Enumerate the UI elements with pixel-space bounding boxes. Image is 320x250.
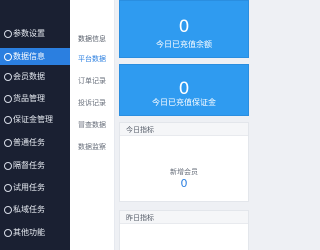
sidebar-item-label: 货品管理: [13, 93, 45, 103]
sidebar-item-label: 其他功能: [13, 227, 45, 237]
panel-header: 昨日指标: [120, 211, 248, 224]
today-panel: 今日指标 新增会员 0: [119, 122, 249, 202]
private-icon: [4, 205, 12, 214]
panel-header: 今日指标: [120, 123, 248, 136]
other-icon: [4, 228, 12, 237]
subnav-item-check-data[interactable]: 冒查数据: [78, 121, 106, 130]
sidebar-item-label: 普通任务: [13, 137, 45, 147]
panel-title: 今日指标: [126, 126, 154, 134]
sidebar-item-other[interactable]: 其他功能: [0, 224, 70, 241]
sidebar-item-label: 保证金管理: [13, 114, 53, 124]
sidebar-item-label: 试用任务: [13, 182, 45, 192]
subnav: 数据信息 平台数据 订单记录 投诉记录 冒查数据 数据监察: [70, 0, 115, 250]
sidebar-item-goods[interactable]: 货品管理: [0, 90, 70, 107]
stat-label: 今日已充值余额: [156, 40, 212, 49]
subnav-item-complaint-records[interactable]: 投诉记录: [78, 99, 106, 108]
goods-icon: [4, 94, 12, 103]
subnav-item-platform-data[interactable]: 平台数据: [78, 55, 106, 64]
stat-card-balance: 0 今日已充值余额: [119, 0, 249, 58]
member-icon: [4, 72, 12, 81]
sidebar: 参数设置 数据信息 会员数据 货品管理 保证金管理 普通任务 隔督任务 试用任务…: [0, 0, 70, 250]
sidebar-item-label: 隔督任务: [13, 160, 45, 170]
task-icon: [4, 138, 12, 147]
data-icon: [4, 52, 12, 61]
sidebar-item-label: 数据信息: [13, 51, 45, 61]
sidebar-item-normal-task[interactable]: 普通任务: [0, 134, 70, 151]
yesterday-panel: 昨日指标: [119, 210, 249, 250]
stat-label: 今日已充值保证金: [152, 98, 216, 107]
sidebar-item-member-data[interactable]: 会员数据: [0, 68, 70, 85]
sidebar-item-trial-task[interactable]: 试用任务: [0, 179, 70, 196]
sidebar-item-deposit[interactable]: 保证金管理: [0, 111, 70, 128]
sidebar-item-private-task[interactable]: 私域任务: [0, 201, 70, 218]
sidebar-item-label: 参数设置: [13, 28, 45, 38]
metric-label: 新增会员: [170, 168, 198, 176]
deposit-icon: [4, 115, 12, 124]
subnav-item-order-records[interactable]: 订单记录: [78, 77, 106, 86]
stat-card-deposit: 0 今日已充值保证金: [119, 64, 249, 116]
metric-value: 0: [180, 177, 188, 190]
sidebar-item-settings[interactable]: 参数设置: [0, 25, 70, 42]
stat-value: 0: [178, 79, 190, 99]
sidebar-item-label: 私域任务: [13, 204, 45, 214]
trial-icon: [4, 183, 12, 192]
stat-value: 0: [178, 17, 190, 37]
sidebar-item-supervise-task[interactable]: 隔督任务: [0, 157, 70, 174]
settings-icon: [4, 29, 12, 38]
panel-title: 昨日指标: [126, 214, 154, 222]
supervise-icon: [4, 161, 12, 170]
sidebar-item-data-info[interactable]: 数据信息: [0, 48, 70, 65]
subnav-item-data-monitor[interactable]: 数据监察: [78, 143, 106, 152]
subnav-title: 数据信息: [78, 35, 106, 43]
main-content: 0 今日已充值余额 0 今日已充值保证金 今日指标 新增会员 0 昨日指标: [115, 0, 250, 250]
sidebar-item-label: 会员数据: [13, 71, 45, 81]
